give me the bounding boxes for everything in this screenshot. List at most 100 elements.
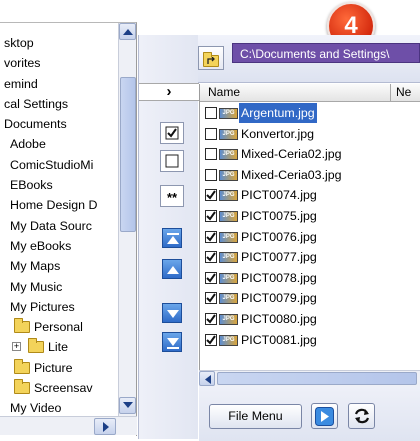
file-row[interactable]: JPG Mixed-Ceria02.jpg [200, 144, 420, 164]
tree-horizontal-scrollbar[interactable] [0, 416, 137, 435]
expand-list-button[interactable]: › [139, 83, 199, 101]
tree-item-label: My Maps [10, 259, 61, 274]
chevron-left-icon [205, 375, 211, 384]
column-header-name[interactable]: Name [208, 84, 240, 101]
tree-item[interactable]: Adobe [0, 134, 120, 154]
tree-item[interactable]: My Music [0, 277, 120, 297]
tree-item-label: My Music [10, 279, 63, 294]
tree-item[interactable]: Picture [0, 358, 120, 378]
tree-item[interactable]: Screensav [0, 378, 120, 398]
move-down-button[interactable] [162, 303, 182, 323]
tree-item-label: Home Design D [10, 198, 98, 213]
checkbox-checked-icon [165, 126, 179, 140]
checkbox-checked-icon[interactable] [205, 189, 217, 202]
refresh-icon [354, 408, 370, 424]
select-pattern-button[interactable]: ** [160, 185, 184, 207]
file-name: Argentum.jpg [239, 103, 317, 123]
file-name: PICT0080.jpg [241, 312, 317, 326]
file-row[interactable]: JPG PICT0081.jpg [200, 330, 420, 350]
folder-tree[interactable]: sktop vorites emind cal Settings Documents Ad… [0, 22, 137, 436]
tree-item[interactable]: + Lite [0, 337, 120, 357]
tree-item[interactable]: My Pictures [0, 297, 120, 317]
checkbox-checked-icon[interactable] [205, 333, 217, 346]
file-row[interactable]: JPG Mixed-Ceria03.jpg [200, 165, 420, 185]
tree-item[interactable]: Personal [0, 317, 120, 337]
jpg-file-icon: JPG [219, 293, 238, 305]
refresh-button[interactable] [348, 403, 375, 429]
tree-vertical-scrollbar[interactable] [118, 23, 136, 418]
tree-item[interactable]: ComicStudioMi [0, 155, 120, 175]
file-menu-button[interactable]: File Menu [209, 404, 302, 429]
tree-item-label: My Data Sourc [10, 218, 92, 233]
file-row[interactable]: JPG PICT0075.jpg [200, 206, 420, 226]
folder-icon [14, 318, 30, 334]
tree-item[interactable]: emind [0, 74, 120, 94]
file-row[interactable]: JPG PICT0076.jpg [200, 227, 420, 247]
jpg-file-icon: JPG [219, 108, 238, 119]
checkbox-checked-icon[interactable] [205, 271, 217, 284]
list-horizontal-scrollbar[interactable] [199, 370, 420, 386]
checkbox-checked-icon[interactable] [205, 230, 217, 243]
checkbox-empty-icon[interactable] [205, 107, 217, 119]
move-up-button[interactable] [162, 259, 182, 279]
tree-item[interactable]: Home Design D [0, 195, 120, 215]
chevron-right-icon [103, 422, 109, 432]
move-top-button[interactable] [162, 228, 182, 248]
up-folder-icon [203, 52, 219, 67]
check-all-button[interactable] [160, 122, 184, 144]
jpg-file-icon: JPG [219, 334, 238, 346]
file-row[interactable]: JPG Argentum.jpg [200, 103, 420, 123]
tree-expand-icon[interactable]: + [12, 342, 21, 352]
file-row[interactable]: JPG PICT0077.jpg [200, 247, 420, 267]
tree-item[interactable]: My eBooks [0, 236, 120, 256]
folder-icon [14, 379, 30, 395]
jpg-file-icon: JPG [219, 252, 238, 264]
jpg-file-icon: JPG [219, 211, 238, 222]
file-row[interactable]: JPG PICT0080.jpg [200, 309, 420, 329]
move-bottom-button[interactable] [162, 332, 182, 352]
tree-item[interactable]: sktop [0, 33, 120, 53]
tree-item[interactable]: My Maps [0, 256, 120, 276]
file-list[interactable]: Name Ne JPG Argentum.jpg JPG Konvertor.jpg J… [199, 84, 420, 386]
jpg-file-icon: JPG [219, 314, 238, 325]
file-name: PICT0076.jpg [241, 229, 317, 244]
tree-scroll-down-button[interactable] [119, 397, 136, 414]
tree-item-label: vorites [4, 56, 41, 71]
checkbox-checked-icon[interactable] [205, 313, 217, 325]
path-field[interactable]: C:\Documents and Settings\ [232, 43, 420, 63]
tree-item[interactable]: Documents [0, 114, 120, 134]
tree-item-label: Screensav [34, 381, 93, 396]
tree-item-label: My eBooks [10, 238, 72, 253]
tree-scroll-up-button[interactable] [119, 23, 136, 40]
checkbox-empty-icon[interactable] [205, 148, 217, 161]
go-button[interactable] [311, 403, 338, 429]
jpg-file-icon: JPG [219, 190, 238, 202]
list-scroll-thumb[interactable] [217, 372, 417, 385]
tree-item[interactable]: EBooks [0, 175, 120, 195]
jpg-file-icon: JPG [219, 169, 238, 181]
tree-item-label: Documents [4, 117, 67, 132]
folder-icon [28, 338, 44, 354]
column-divider[interactable] [390, 84, 391, 101]
file-row[interactable]: JPG PICT0078.jpg [200, 268, 420, 288]
tree-scroll-thumb[interactable] [120, 77, 136, 232]
file-row[interactable]: JPG PICT0074.jpg [200, 185, 420, 205]
checkbox-checked-icon[interactable] [205, 251, 217, 264]
file-row[interactable]: JPG Konvertor.jpg [200, 124, 420, 144]
checkbox-checked-icon[interactable] [205, 210, 217, 222]
file-name: PICT0078.jpg [241, 270, 317, 285]
checkbox-empty-icon[interactable] [205, 127, 217, 140]
list-scroll-left-button[interactable] [199, 371, 215, 386]
uncheck-all-button[interactable] [160, 150, 184, 172]
chevron-up-icon [123, 29, 133, 35]
checkbox-empty-icon[interactable] [205, 168, 217, 181]
column-header-second[interactable]: Ne [396, 84, 411, 101]
tree-item[interactable]: vorites [0, 53, 120, 73]
up-folder-button[interactable] [198, 46, 224, 70]
tree-item[interactable]: cal Settings [0, 94, 120, 114]
tree-scroll-right-button[interactable] [94, 418, 116, 435]
file-row[interactable]: JPG PICT0079.jpg [200, 288, 420, 308]
tree-item[interactable]: My Data Sourc [0, 216, 120, 236]
checkbox-checked-icon[interactable] [205, 292, 217, 305]
tree-item-label: Lite [48, 340, 68, 355]
